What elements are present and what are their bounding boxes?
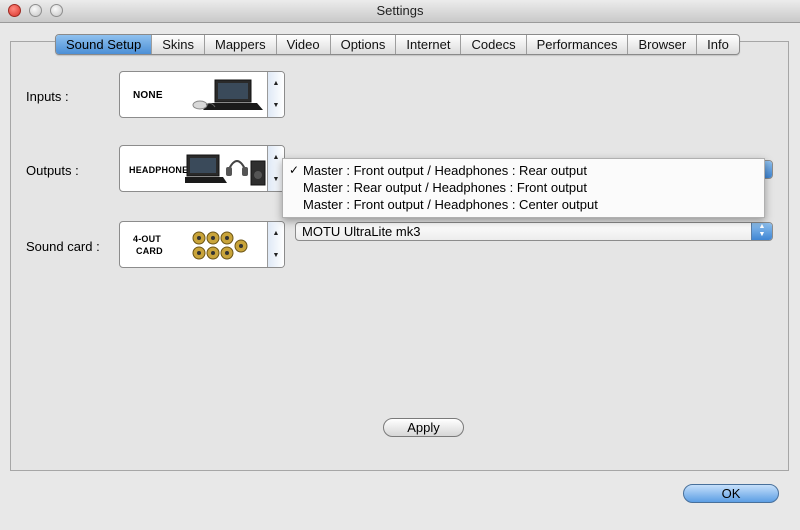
inputs-picker[interactable]: NONE ▲ ▼ bbox=[119, 71, 285, 118]
outputs-picker-image: HEADPHONES bbox=[123, 149, 266, 188]
tab-performances[interactable]: Performances bbox=[527, 35, 629, 54]
inputs-picker-image: NONE bbox=[123, 75, 266, 114]
tab-info[interactable]: Info bbox=[697, 35, 739, 54]
rca-connectors-icon bbox=[192, 231, 248, 260]
sound-card-picker-line2: CARD bbox=[136, 246, 163, 256]
outputs-label: Outputs : bbox=[26, 163, 79, 178]
minimize-window-button[interactable] bbox=[29, 4, 42, 17]
stepper-down-icon[interactable]: ▼ bbox=[268, 252, 284, 259]
stepper-up-icon[interactable]: ▲ bbox=[268, 80, 284, 87]
inputs-picker-text: NONE bbox=[133, 90, 163, 101]
laptop-icon bbox=[192, 79, 263, 110]
title-bar: Settings bbox=[0, 0, 800, 23]
sound-card-label: Sound card : bbox=[26, 239, 100, 254]
zoom-window-button[interactable] bbox=[50, 4, 63, 17]
stepper-down-icon[interactable]: ▼ bbox=[268, 102, 284, 109]
tab-options[interactable]: Options bbox=[331, 35, 397, 54]
checkmark-icon: ✓ bbox=[289, 163, 300, 177]
sound-card-picker-line1: 4-OUT bbox=[133, 234, 161, 244]
tab-mappers[interactable]: Mappers bbox=[205, 35, 277, 54]
menu-item-rear-front[interactable]: Master : Rear output / Headphones : Fron… bbox=[303, 180, 587, 195]
outputs-picker[interactable]: HEADPHONES ▲ ▼ bbox=[119, 145, 285, 192]
select-arrows-icon: ▲▼ bbox=[751, 223, 772, 240]
tab-skins[interactable]: Skins bbox=[152, 35, 205, 54]
close-window-button[interactable] bbox=[8, 4, 21, 17]
inputs-stepper[interactable]: ▲ ▼ bbox=[267, 72, 284, 117]
tab-sound-setup[interactable]: Sound Setup bbox=[56, 35, 153, 54]
outputs-mode-menu: ✓ Master : Front output / Headphones : R… bbox=[282, 158, 765, 218]
sound-card-picker[interactable]: 4-OUT CARD ▲ ▼ bbox=[119, 221, 285, 268]
tab-video[interactable]: Video bbox=[277, 35, 331, 54]
window-title: Settings bbox=[376, 3, 424, 18]
sound-card-picker-image: 4-OUT CARD bbox=[123, 225, 266, 264]
apply-button[interactable]: Apply bbox=[383, 418, 464, 437]
sound-card-stepper[interactable]: ▲ ▼ bbox=[267, 222, 284, 267]
tab-codecs[interactable]: Codecs bbox=[461, 35, 527, 54]
tab-internet[interactable]: Internet bbox=[396, 35, 462, 54]
inputs-label: Inputs : bbox=[26, 89, 69, 104]
stepper-up-icon[interactable]: ▲ bbox=[268, 230, 284, 237]
menu-item-front-center[interactable]: Master : Front output / Headphones : Cen… bbox=[303, 197, 598, 212]
sound-card-select[interactable]: MOTU UltraLite mk3 ▲ ▼ bbox=[295, 222, 773, 241]
ok-button[interactable]: OK bbox=[683, 484, 779, 503]
headphones-icon bbox=[185, 154, 266, 186]
settings-tabs: Sound Setup Skins Mappers Video Options … bbox=[55, 34, 740, 55]
sound-card-select-value: MOTU UltraLite mk3 bbox=[302, 224, 421, 239]
menu-item-front-rear[interactable]: Master : Front output / Headphones : Rea… bbox=[303, 163, 587, 178]
settings-window: Settings Sound Setup Skins Mappers Video… bbox=[0, 0, 800, 530]
tab-browser[interactable]: Browser bbox=[628, 35, 698, 54]
